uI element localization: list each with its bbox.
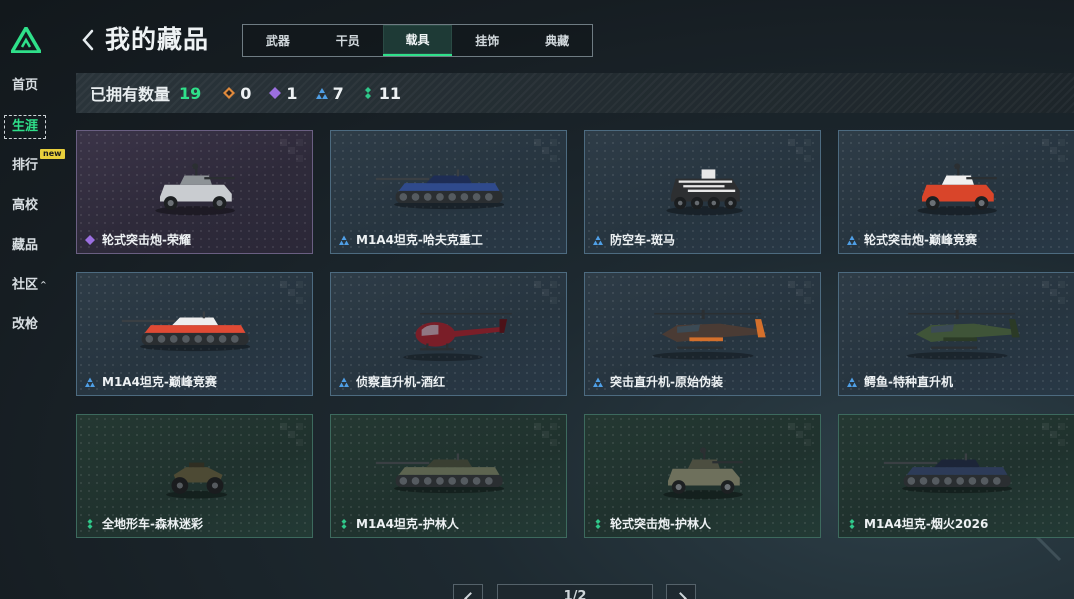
tank-icon (375, 453, 505, 494)
vehicle-card-label: 突击直升机-原始伪装 (593, 373, 723, 390)
page-title: 我的藏品 (105, 25, 210, 54)
tab-operators[interactable]: 干员 (313, 25, 383, 56)
nav-college[interactable]: 高校 (12, 197, 38, 215)
rarity-count-value: 7 (332, 83, 344, 103)
rarity-count-value: 0 (240, 83, 252, 103)
rarity-count-blue: 7 (315, 83, 344, 103)
vehicle-name: M1A4坦克-哈夫克重工 (356, 233, 483, 247)
blue-rarity-icon (85, 377, 95, 387)
scout-helicopter-icon (403, 312, 512, 362)
vehicle-name: 突击直升机-原始伪装 (610, 375, 723, 389)
app-logo-icon[interactable] (11, 27, 41, 53)
tab-weapons[interactable]: 武器 (243, 25, 313, 56)
wheeled-assault-gun-icon (155, 163, 235, 216)
wheeled-assault-gun-icon (917, 163, 997, 216)
blue-rarity-icon (339, 235, 349, 245)
nav-home[interactable]: 首页 (12, 77, 38, 95)
vehicle-card-label: 轮式突击炮-荣耀 (85, 231, 191, 248)
vehicle-card-label: 侦察直升机-酒红 (339, 373, 445, 390)
rarity-count-value: 1 (286, 83, 298, 103)
vehicle-card-label: 轮式突击炮-巅峰竞赛 (847, 231, 977, 248)
sidebar: 首页 生涯 排行 new 高校 藏品 社区 ^ 改枪 (0, 0, 65, 599)
vehicle-card-label: 全地形车-森林迷彩 (85, 515, 203, 532)
green-rarity-icon (849, 518, 855, 529)
page-indicator: 1/2 (497, 584, 653, 599)
attack-helicopter-icon (906, 309, 1020, 360)
vehicle-name: 全地形车-森林迷彩 (102, 517, 203, 531)
category-tabs: 武器 干员 载具 挂饰 典藏 (242, 24, 593, 57)
vehicle-card[interactable]: 全地形车-森林迷彩 (76, 414, 313, 538)
atv-icon (166, 462, 228, 499)
owned-count-label: 已拥有数量 (90, 85, 171, 104)
vehicle-card-label: 防空车-斑马 (593, 231, 675, 248)
vehicle-card[interactable]: M1A4坦克-烟火2026 (838, 414, 1074, 538)
wheeled-assault-gun-icon (663, 447, 743, 500)
vehicle-name: M1A4坦克-巅峰竞赛 (102, 375, 217, 389)
blue-rarity-icon (315, 88, 328, 99)
blue-rarity-icon (847, 235, 857, 245)
nav-community[interactable]: 社区 ^ (12, 276, 47, 295)
vehicle-name: 轮式突击炮-荣耀 (102, 233, 191, 247)
vehicle-card[interactable]: 轮式突击炮-荣耀 (76, 130, 313, 254)
tab-vehicles[interactable]: 载具 (382, 25, 453, 56)
blue-rarity-icon (593, 235, 603, 245)
tab-archive[interactable]: 典藏 (522, 25, 592, 56)
owned-summary-bar: 已拥有数量 19 0 1 7 11 (76, 73, 1074, 113)
rarity-count-purple: 1 (269, 83, 298, 103)
green-rarity-icon (364, 87, 371, 99)
blue-rarity-icon (593, 377, 603, 387)
prev-page-button[interactable] (453, 584, 483, 599)
nav-career[interactable]: 生涯 (4, 115, 47, 139)
vehicle-name: 轮式突击炮-巅峰竞赛 (864, 233, 977, 247)
tank-icon (375, 169, 505, 210)
green-rarity-icon (87, 518, 93, 529)
vehicle-name: 侦察直升机-酒红 (356, 375, 445, 389)
vehicle-card[interactable]: M1A4坦克-护林人 (330, 414, 567, 538)
vehicle-name: 轮式突击炮-护林人 (610, 517, 711, 531)
vehicle-card-label: M1A4坦克-烟火2026 (847, 515, 988, 532)
vehicle-card[interactable]: 防空车-斑马 (584, 130, 821, 254)
vehicle-name: M1A4坦克-烟火2026 (864, 517, 989, 531)
orange-rarity-icon (223, 87, 236, 99)
green-rarity-icon (341, 518, 347, 529)
vehicle-card[interactable]: 轮式突击炮-巅峰竞赛 (838, 130, 1074, 254)
vehicle-card-label: 轮式突击炮-护林人 (593, 515, 711, 532)
vehicle-card[interactable]: 轮式突击炮-护林人 (584, 414, 821, 538)
vehicle-card[interactable]: 侦察直升机-酒红 (330, 272, 567, 396)
aa-vehicle-icon (666, 169, 743, 216)
rarity-count-orange: 0 (223, 84, 251, 103)
vehicle-card[interactable]: M1A4坦克-巅峰竞赛 (76, 272, 313, 396)
nav-ranking[interactable]: 排行 (12, 157, 38, 175)
vehicle-name: 鳄鱼-特种直升机 (864, 375, 953, 389)
vehicle-card[interactable]: 鳄鱼-特种直升机 (838, 272, 1074, 396)
tank-icon (121, 311, 251, 352)
blue-rarity-icon (339, 377, 349, 387)
vehicle-card-label: M1A4坦克-护林人 (339, 515, 459, 532)
vehicle-name: M1A4坦克-护林人 (356, 517, 459, 531)
next-page-button[interactable] (666, 584, 696, 599)
vehicle-card-label: 鳄鱼-特种直升机 (847, 373, 953, 390)
tab-charms[interactable]: 挂饰 (452, 25, 522, 56)
rarity-count-green: 11 (362, 84, 401, 103)
green-rarity-icon (595, 518, 601, 529)
vehicle-card-label: M1A4坦克-哈夫克重工 (339, 231, 483, 248)
rarity-count-value: 11 (378, 83, 401, 103)
nav-gun-mod[interactable]: 改枪 (12, 316, 38, 334)
purple-rarity-icon (85, 234, 95, 245)
new-badge: new (40, 149, 65, 159)
chevron-up-icon: ^ (40, 280, 47, 289)
attack-helicopter-icon (652, 309, 766, 360)
vehicle-card[interactable]: 突击直升机-原始伪装 (584, 272, 821, 396)
nav-community-label: 社区 (12, 277, 39, 293)
vehicle-card-label: M1A4坦克-巅峰竞赛 (85, 373, 217, 390)
back-arrow-icon[interactable] (78, 26, 98, 54)
vehicle-card[interactable]: M1A4坦克-哈夫克重工 (330, 130, 567, 254)
nav-collection[interactable]: 藏品 (12, 237, 38, 255)
blue-rarity-icon (847, 377, 857, 387)
purple-rarity-icon (269, 87, 282, 99)
vehicle-name: 防空车-斑马 (610, 233, 675, 247)
tank-icon (883, 453, 1013, 494)
owned-count-total: 19 (179, 83, 202, 103)
